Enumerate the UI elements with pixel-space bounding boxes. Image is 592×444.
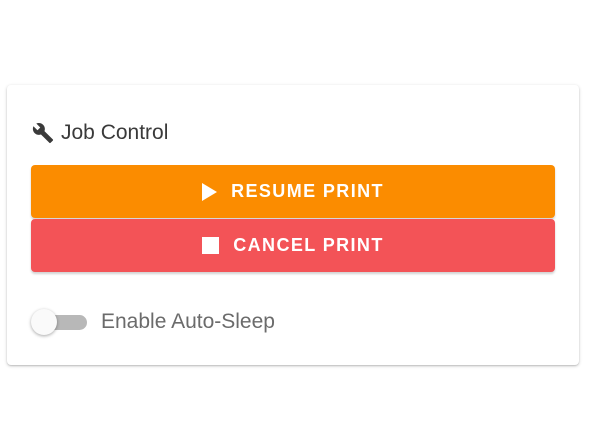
play-icon [202, 182, 218, 201]
job-control-card: Job Control RESUME PRINT CANCEL PRINT En… [7, 85, 579, 365]
card-header: Job Control [32, 121, 168, 145]
toggle-thumb[interactable] [31, 309, 57, 335]
auto-sleep-label: Enable Auto-Sleep [101, 310, 275, 333]
cancel-print-button[interactable]: CANCEL PRINT [31, 219, 555, 272]
auto-sleep-row: Enable Auto-Sleep [31, 305, 275, 339]
resume-print-label: RESUME PRINT [231, 181, 384, 201]
card-title: Job Control [61, 121, 169, 144]
cancel-print-label: CANCEL PRINT [233, 235, 384, 255]
resume-print-button[interactable]: RESUME PRINT [31, 165, 555, 218]
wrench-icon [32, 122, 54, 144]
stop-icon [202, 237, 220, 254]
auto-sleep-toggle[interactable] [31, 305, 89, 339]
